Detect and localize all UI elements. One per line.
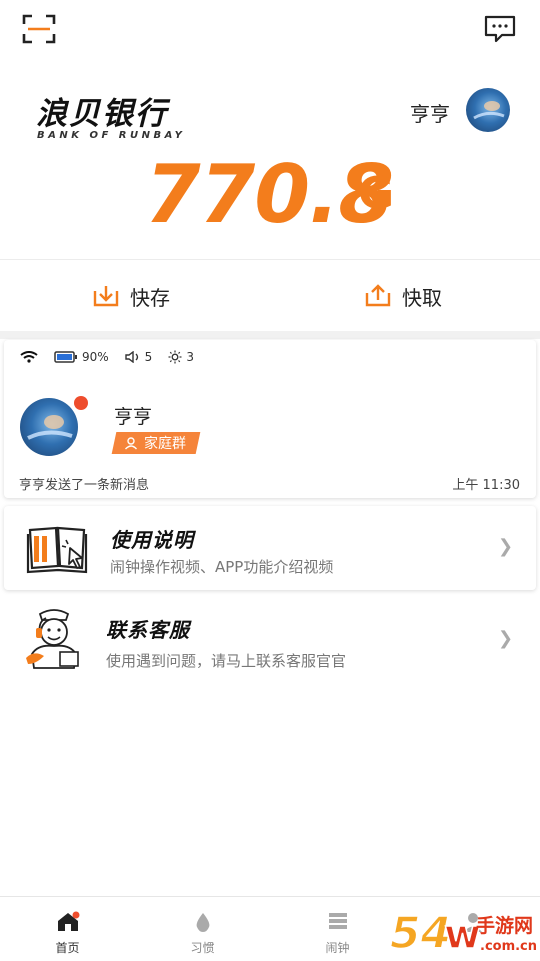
avatar-image-icon bbox=[27, 415, 73, 440]
quick-actions: 快存 快取 bbox=[0, 259, 540, 333]
list-item-service[interactable]: 联系客服 使用遇到问题，请马上联系客服官官 ❯ bbox=[4, 596, 536, 684]
device-status: 90% 5 3 bbox=[20, 350, 204, 364]
scan-icon[interactable] bbox=[22, 14, 56, 44]
svg-text:54: 54 bbox=[390, 908, 451, 958]
latest-message: 亨亨发送了一条新消息 bbox=[19, 478, 150, 493]
currency-symbol: G bbox=[358, 168, 394, 219]
chevron-right-icon: ❯ bbox=[498, 628, 514, 649]
volume-status: 5 bbox=[124, 350, 153, 364]
device-avatar bbox=[20, 398, 78, 456]
service-description: 使用遇到问题，请马上联系客服官官 bbox=[106, 652, 347, 670]
device-card[interactable]: 90% 5 3 亨亨 家庭群 亨亨发送了一条新消息 上午 11:30 bbox=[4, 340, 536, 498]
manual-description: 闹钟操作视频、APP功能介绍视频 bbox=[110, 558, 334, 576]
book-icon bbox=[26, 526, 88, 574]
bank-subtitle: BANK OF RUNBAY bbox=[37, 130, 186, 141]
user-name[interactable]: 亨亨 bbox=[410, 98, 450, 127]
site-watermark: 54 w 手游网 .com.cn bbox=[389, 907, 537, 958]
battery-icon bbox=[54, 351, 77, 363]
group-icon bbox=[124, 437, 138, 450]
wifi-status bbox=[20, 351, 38, 363]
withdraw-button[interactable]: 快取 bbox=[364, 260, 442, 332]
list-item-manual[interactable]: 使用说明 闹钟操作视频、APP功能介绍视频 ❯ bbox=[4, 506, 536, 590]
nav-item-home[interactable]: 首页 bbox=[0, 897, 135, 961]
customer-service-icon bbox=[26, 609, 79, 669]
currency-letter: G bbox=[358, 168, 395, 219]
nav-item-habits[interactable]: 习惯 bbox=[135, 897, 270, 961]
volume-level: 5 bbox=[144, 350, 153, 364]
battery-status: 90% bbox=[54, 350, 109, 364]
home-icon bbox=[57, 911, 79, 931]
message-icon[interactable] bbox=[484, 15, 516, 43]
family-group-tag: 家庭群 bbox=[111, 432, 201, 454]
withdraw-icon bbox=[365, 284, 391, 307]
deposit-button[interactable]: 快存 bbox=[92, 260, 170, 332]
wifi-icon bbox=[20, 351, 38, 363]
service-title: 联系客服 bbox=[106, 618, 190, 642]
bank-name: 浪贝银行 bbox=[36, 96, 168, 132]
family-group-label: 家庭群 bbox=[144, 436, 186, 452]
withdraw-label: 快取 bbox=[402, 285, 442, 310]
drop-icon bbox=[196, 913, 209, 932]
watermark-domain: .com.cn bbox=[480, 939, 537, 954]
section-divider bbox=[0, 331, 540, 339]
device-name: 亨亨 bbox=[114, 406, 153, 428]
deposit-icon bbox=[93, 286, 119, 307]
volume-icon bbox=[124, 351, 138, 363]
avatar-image-icon bbox=[473, 101, 505, 120]
unread-badge bbox=[74, 396, 88, 410]
brightness-icon bbox=[168, 350, 182, 364]
balance-amount: 770.8 bbox=[145, 148, 394, 241]
watermark-text: 手游网 bbox=[476, 914, 533, 937]
nav-label-habits: 习惯 bbox=[190, 941, 215, 955]
brightness-status: 3 bbox=[168, 350, 194, 364]
list-icon bbox=[328, 913, 347, 929]
avatar[interactable] bbox=[466, 88, 510, 132]
brightness-level: 3 bbox=[186, 350, 194, 364]
battery-level: 90% bbox=[82, 350, 109, 364]
nav-label-home: 首页 bbox=[55, 941, 80, 955]
nav-label-alarm: 闹钟 bbox=[325, 941, 350, 955]
deposit-label: 快存 bbox=[130, 285, 170, 310]
manual-title: 使用说明 bbox=[110, 528, 194, 552]
chevron-right-icon: ❯ bbox=[498, 536, 514, 557]
message-time: 上午 11:30 bbox=[452, 478, 520, 493]
nav-item-alarm[interactable]: 闹钟 bbox=[270, 897, 405, 961]
